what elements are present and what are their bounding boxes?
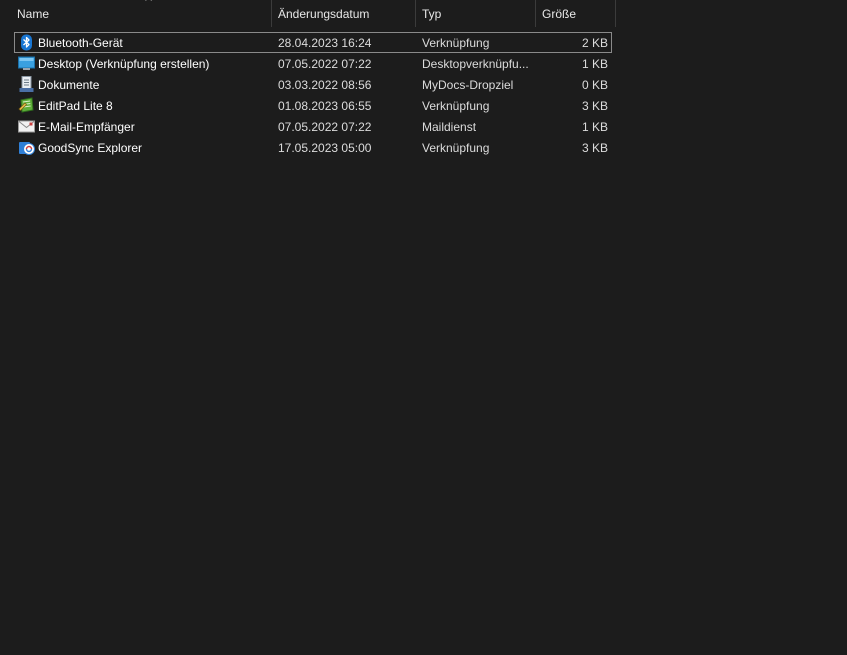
file-size: 0 KB (581, 78, 608, 92)
column-header-type-label: Typ (422, 7, 442, 21)
bluetooth-icon (18, 34, 35, 51)
column-header-date[interactable]: Änderungsdatum (272, 0, 416, 27)
file-type: Maildienst (422, 120, 477, 134)
file-name: EditPad Lite 8 (38, 99, 113, 113)
documents-icon (18, 76, 35, 93)
file-size: 3 KB (581, 141, 608, 155)
file-date: 07.05.2022 07:22 (278, 57, 372, 71)
file-name: Dokumente (38, 78, 100, 92)
file-list: Bluetooth-Gerät 28.04.2023 16:24 Verknüp… (14, 32, 612, 158)
file-size: 3 KB (581, 99, 608, 113)
file-size: 2 KB (581, 36, 608, 50)
goodsync-icon (18, 139, 35, 156)
column-header-type[interactable]: Typ (416, 0, 536, 27)
file-type: MyDocs-Dropziel (422, 78, 514, 92)
file-row-dokumente[interactable]: Dokumente 03.03.2022 08:56 MyDocs-Dropzi… (14, 74, 612, 95)
mail-icon (18, 118, 35, 135)
desktop-icon (18, 55, 35, 72)
column-header-size-label: Größe (542, 7, 577, 21)
file-name: Desktop (Verknüpfung erstellen) (38, 57, 210, 71)
file-name: GoodSync Explorer (38, 141, 143, 155)
column-header-name-label: Name (17, 7, 50, 21)
file-row-bluetooth[interactable]: Bluetooth-Gerät 28.04.2023 16:24 Verknüp… (14, 32, 612, 53)
file-list-view: Name ^ Änderungsdatum Typ Größe Bluetoot… (0, 0, 847, 655)
file-type: Desktopverknüpfu... (422, 57, 529, 71)
file-size: 1 KB (581, 120, 608, 134)
file-row-goodsync[interactable]: GoodSync Explorer 17.05.2023 05:00 Verkn… (14, 137, 612, 158)
column-header-name[interactable]: Name ^ (11, 0, 272, 27)
file-row-email[interactable]: E-Mail-Empfänger 07.05.2022 07:22 Maildi… (14, 116, 612, 137)
column-header-date-label: Änderungsdatum (278, 7, 370, 21)
editpad-icon (18, 97, 35, 114)
file-name: Bluetooth-Gerät (38, 36, 123, 50)
file-name: E-Mail-Empfänger (38, 120, 135, 134)
column-header-size[interactable]: Größe (536, 0, 616, 27)
file-row-editpad[interactable]: EditPad Lite 8 01.08.2023 06:55 Verknüpf… (14, 95, 612, 116)
column-header-bar: Name ^ Änderungsdatum Typ Größe (0, 0, 616, 27)
sort-ascending-icon: ^ (144, 0, 153, 7)
file-date: 03.03.2022 08:56 (278, 78, 372, 92)
file-date: 01.08.2023 06:55 (278, 99, 372, 113)
file-type: Verknüpfung (422, 99, 490, 113)
file-date: 28.04.2023 16:24 (278, 36, 372, 50)
file-type: Verknüpfung (422, 36, 490, 50)
file-size: 1 KB (581, 57, 608, 71)
file-date: 07.05.2022 07:22 (278, 120, 372, 134)
file-type: Verknüpfung (422, 141, 490, 155)
file-row-desktop[interactable]: Desktop (Verknüpfung erstellen) 07.05.20… (14, 53, 612, 74)
file-date: 17.05.2023 05:00 (278, 141, 372, 155)
